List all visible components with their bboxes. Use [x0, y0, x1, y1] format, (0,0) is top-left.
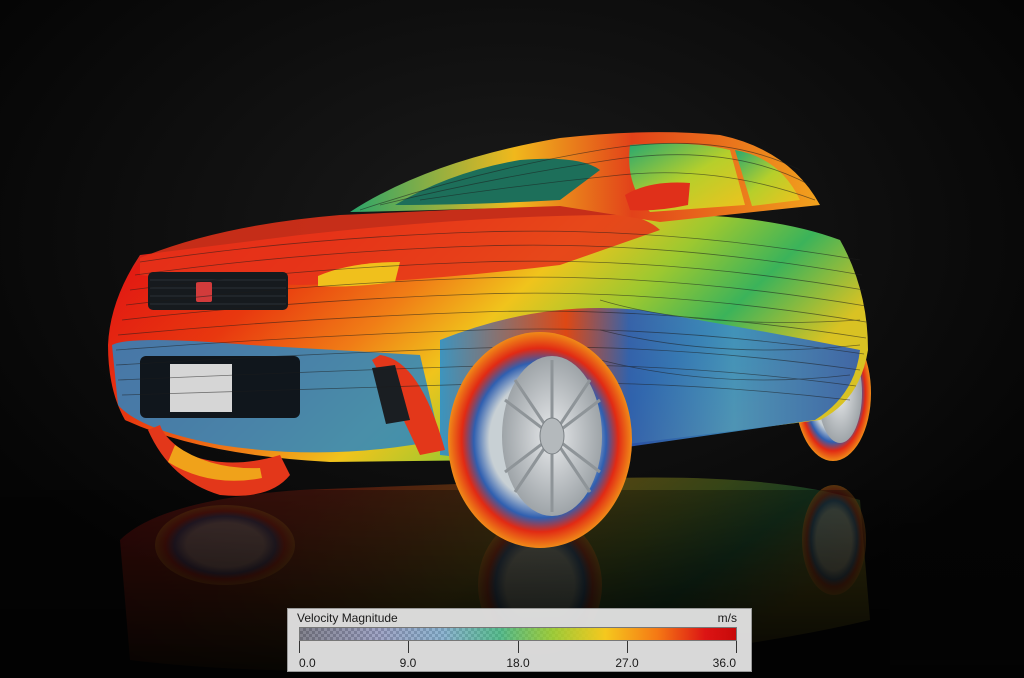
legend-tick — [299, 641, 300, 653]
license-plate — [170, 364, 232, 412]
brand-badge — [196, 282, 212, 302]
legend-tick-label: 36.0 — [712, 656, 736, 670]
legend-tick-label: 9.0 — [399, 656, 417, 670]
legend-tick-label: 18.0 — [506, 656, 530, 670]
legend-tick — [518, 641, 519, 653]
front-wheel — [448, 332, 632, 548]
legend-tick-label: 0.0 — [299, 656, 316, 670]
velocity-legend: Velocity Magnitude m/s 0.0 9.0 18.0 27.0… — [287, 608, 752, 672]
legend-tick-label: 27.0 — [615, 656, 639, 670]
legend-color-bar — [299, 627, 737, 641]
legend-tick — [736, 641, 737, 653]
legend-tick — [627, 641, 628, 653]
legend-unit: m/s — [717, 611, 737, 625]
legend-title: Velocity Magnitude — [297, 611, 398, 625]
car-visualization — [0, 0, 1024, 678]
legend-tick — [408, 641, 409, 653]
